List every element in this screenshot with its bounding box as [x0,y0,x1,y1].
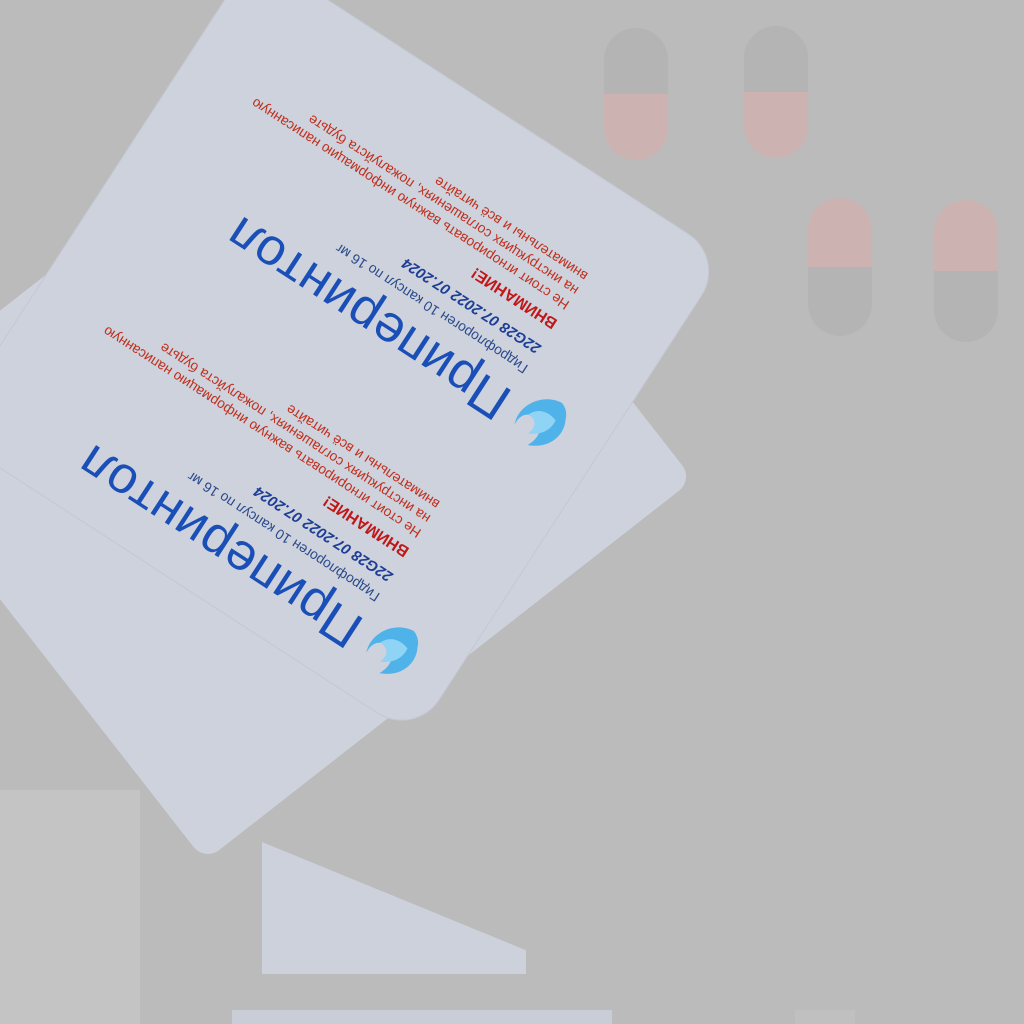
capsule [808,198,872,336]
capsule [744,26,808,158]
paper-strip [232,1010,612,1024]
photo-scene: Приперинтол Гидрофлороген 10 капсул по 1… [0,0,1024,1024]
paper-fragment [262,842,526,974]
blue-bird-icon [514,399,567,446]
paper-sheet-shadow [0,790,140,1024]
paper-strip [795,1010,855,1024]
capsule [934,200,998,342]
blue-bird-icon [366,627,419,674]
capsule [604,28,668,160]
